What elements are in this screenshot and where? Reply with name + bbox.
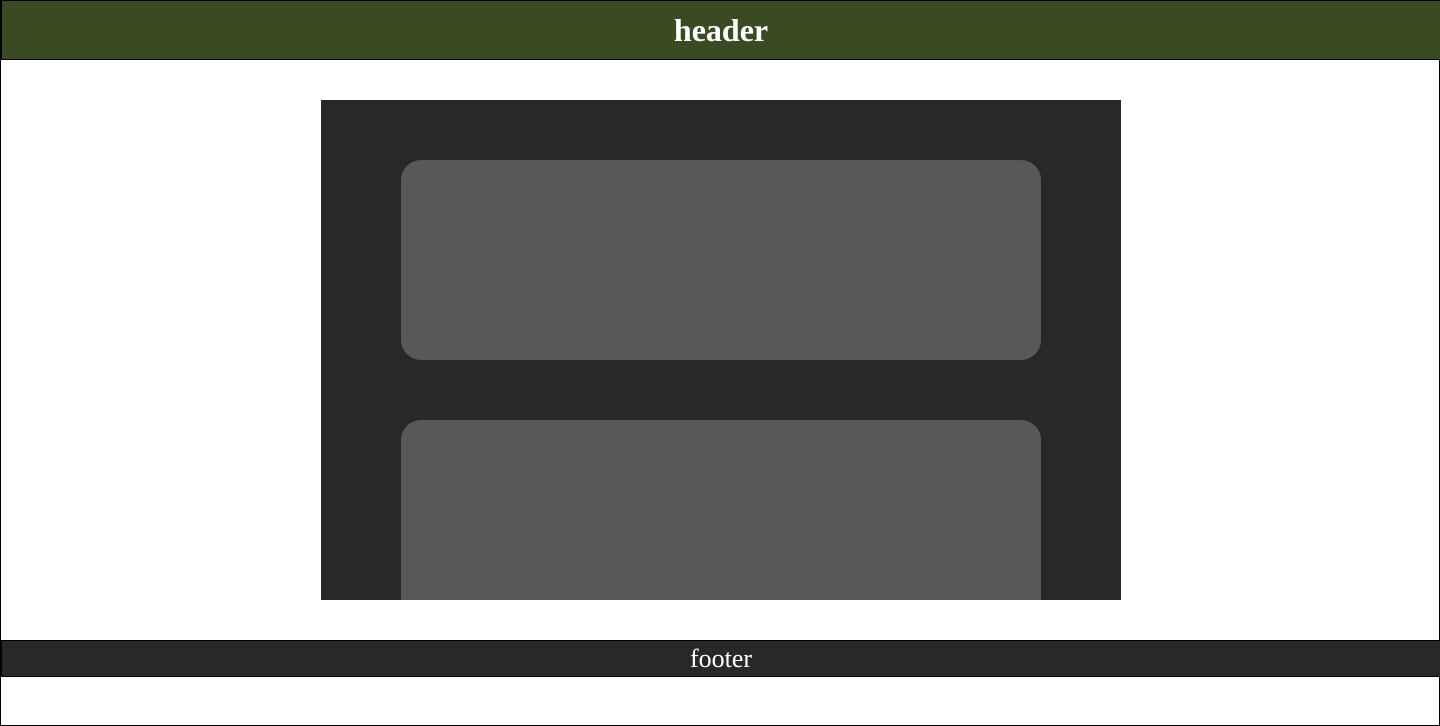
page-footer: footer xyxy=(1,640,1440,677)
footer-text: footer xyxy=(689,643,753,673)
main-content xyxy=(321,100,1121,600)
page-header: header xyxy=(1,0,1440,60)
header-title: header xyxy=(673,11,769,48)
content-card xyxy=(401,160,1041,360)
content-card xyxy=(401,420,1041,600)
